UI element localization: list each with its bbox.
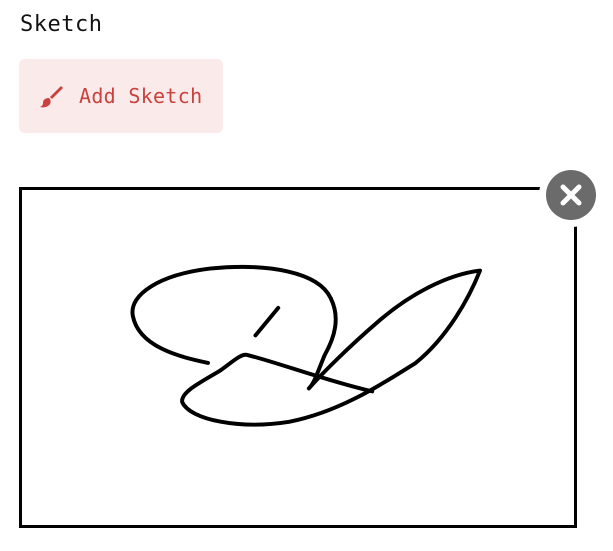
add-sketch-label: Add Sketch — [79, 84, 203, 108]
section-title: Sketch — [20, 12, 103, 37]
sketch-drawing — [130, 264, 482, 427]
close-circle-icon — [546, 170, 596, 220]
paintbrush-icon — [37, 82, 65, 110]
sketch-stroke-dash — [253, 305, 281, 338]
sketch-stroke-main — [130, 264, 482, 427]
remove-sketch-button[interactable] — [539, 163, 603, 227]
sketch-canvas-frame[interactable] — [19, 187, 577, 528]
add-sketch-button[interactable]: Add Sketch — [19, 59, 223, 133]
sketch-section: Sketch Add Sketch — [0, 0, 613, 551]
